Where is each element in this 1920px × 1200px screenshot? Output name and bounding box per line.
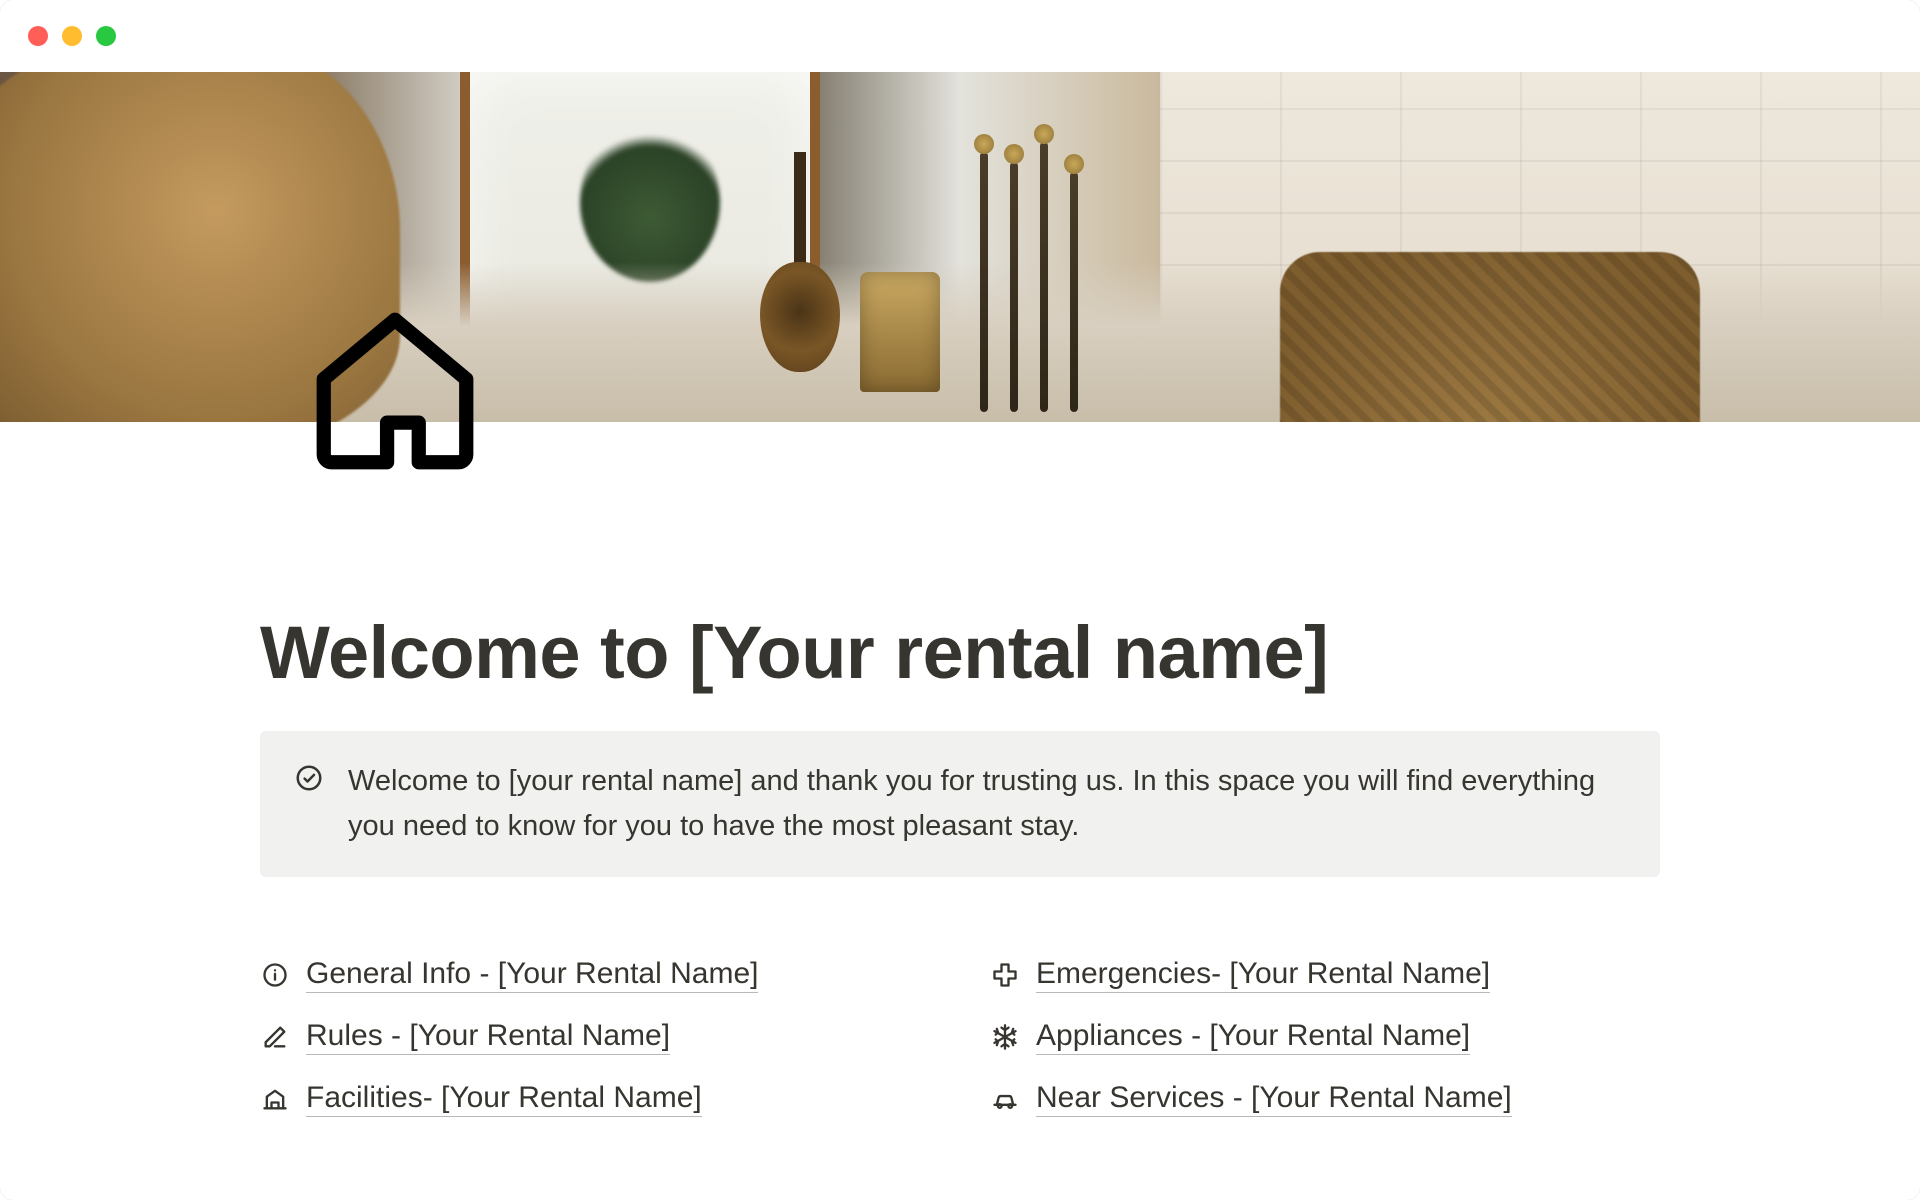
welcome-callout-text: Welcome to [your rental name] and thank … [348,759,1626,849]
window-close-button[interactable] [28,26,48,46]
link-label: Appliances - [Your Rental Name] [1036,1019,1470,1055]
subpage-links-grid: General Info - [Your Rental Name] Emerge… [260,957,1660,1117]
link-label: Emergencies- [Your Rental Name] [1036,957,1490,993]
link-near-services[interactable]: Near Services - [Your Rental Name] [990,1081,1660,1117]
link-emergencies[interactable]: Emergencies- [Your Rental Name] [990,957,1660,993]
window-zoom-button[interactable] [96,26,116,46]
link-label: Near Services - [Your Rental Name] [1036,1081,1512,1117]
info-icon [260,960,290,990]
cover-image [0,72,1920,422]
link-appliances[interactable]: Appliances - [Your Rental Name] [990,1019,1660,1055]
check-circle-icon [294,763,324,798]
building-icon [260,1084,290,1114]
link-label: Facilities- [Your Rental Name] [306,1081,702,1117]
page-content: Welcome to [Your rental name] Welcome to… [0,530,1920,1117]
page-title: Welcome to [Your rental name] [260,610,1660,695]
link-label: General Info - [Your Rental Name] [306,957,758,993]
home-icon [300,296,490,486]
medical-cross-icon [990,960,1020,990]
car-icon [990,1084,1020,1114]
link-label: Rules - [Your Rental Name] [306,1019,670,1055]
window-minimize-button[interactable] [62,26,82,46]
link-general-info[interactable]: General Info - [Your Rental Name] [260,957,930,993]
window-titlebar [0,0,1920,72]
edit-icon [260,1022,290,1052]
app-window: Welcome to [Your rental name] Welcome to… [0,0,1920,1200]
link-rules[interactable]: Rules - [Your Rental Name] [260,1019,930,1055]
page-icon-home[interactable] [300,296,490,486]
link-facilities[interactable]: Facilities- [Your Rental Name] [260,1081,930,1117]
snowflake-icon [990,1022,1020,1052]
welcome-callout: Welcome to [your rental name] and thank … [260,731,1660,877]
